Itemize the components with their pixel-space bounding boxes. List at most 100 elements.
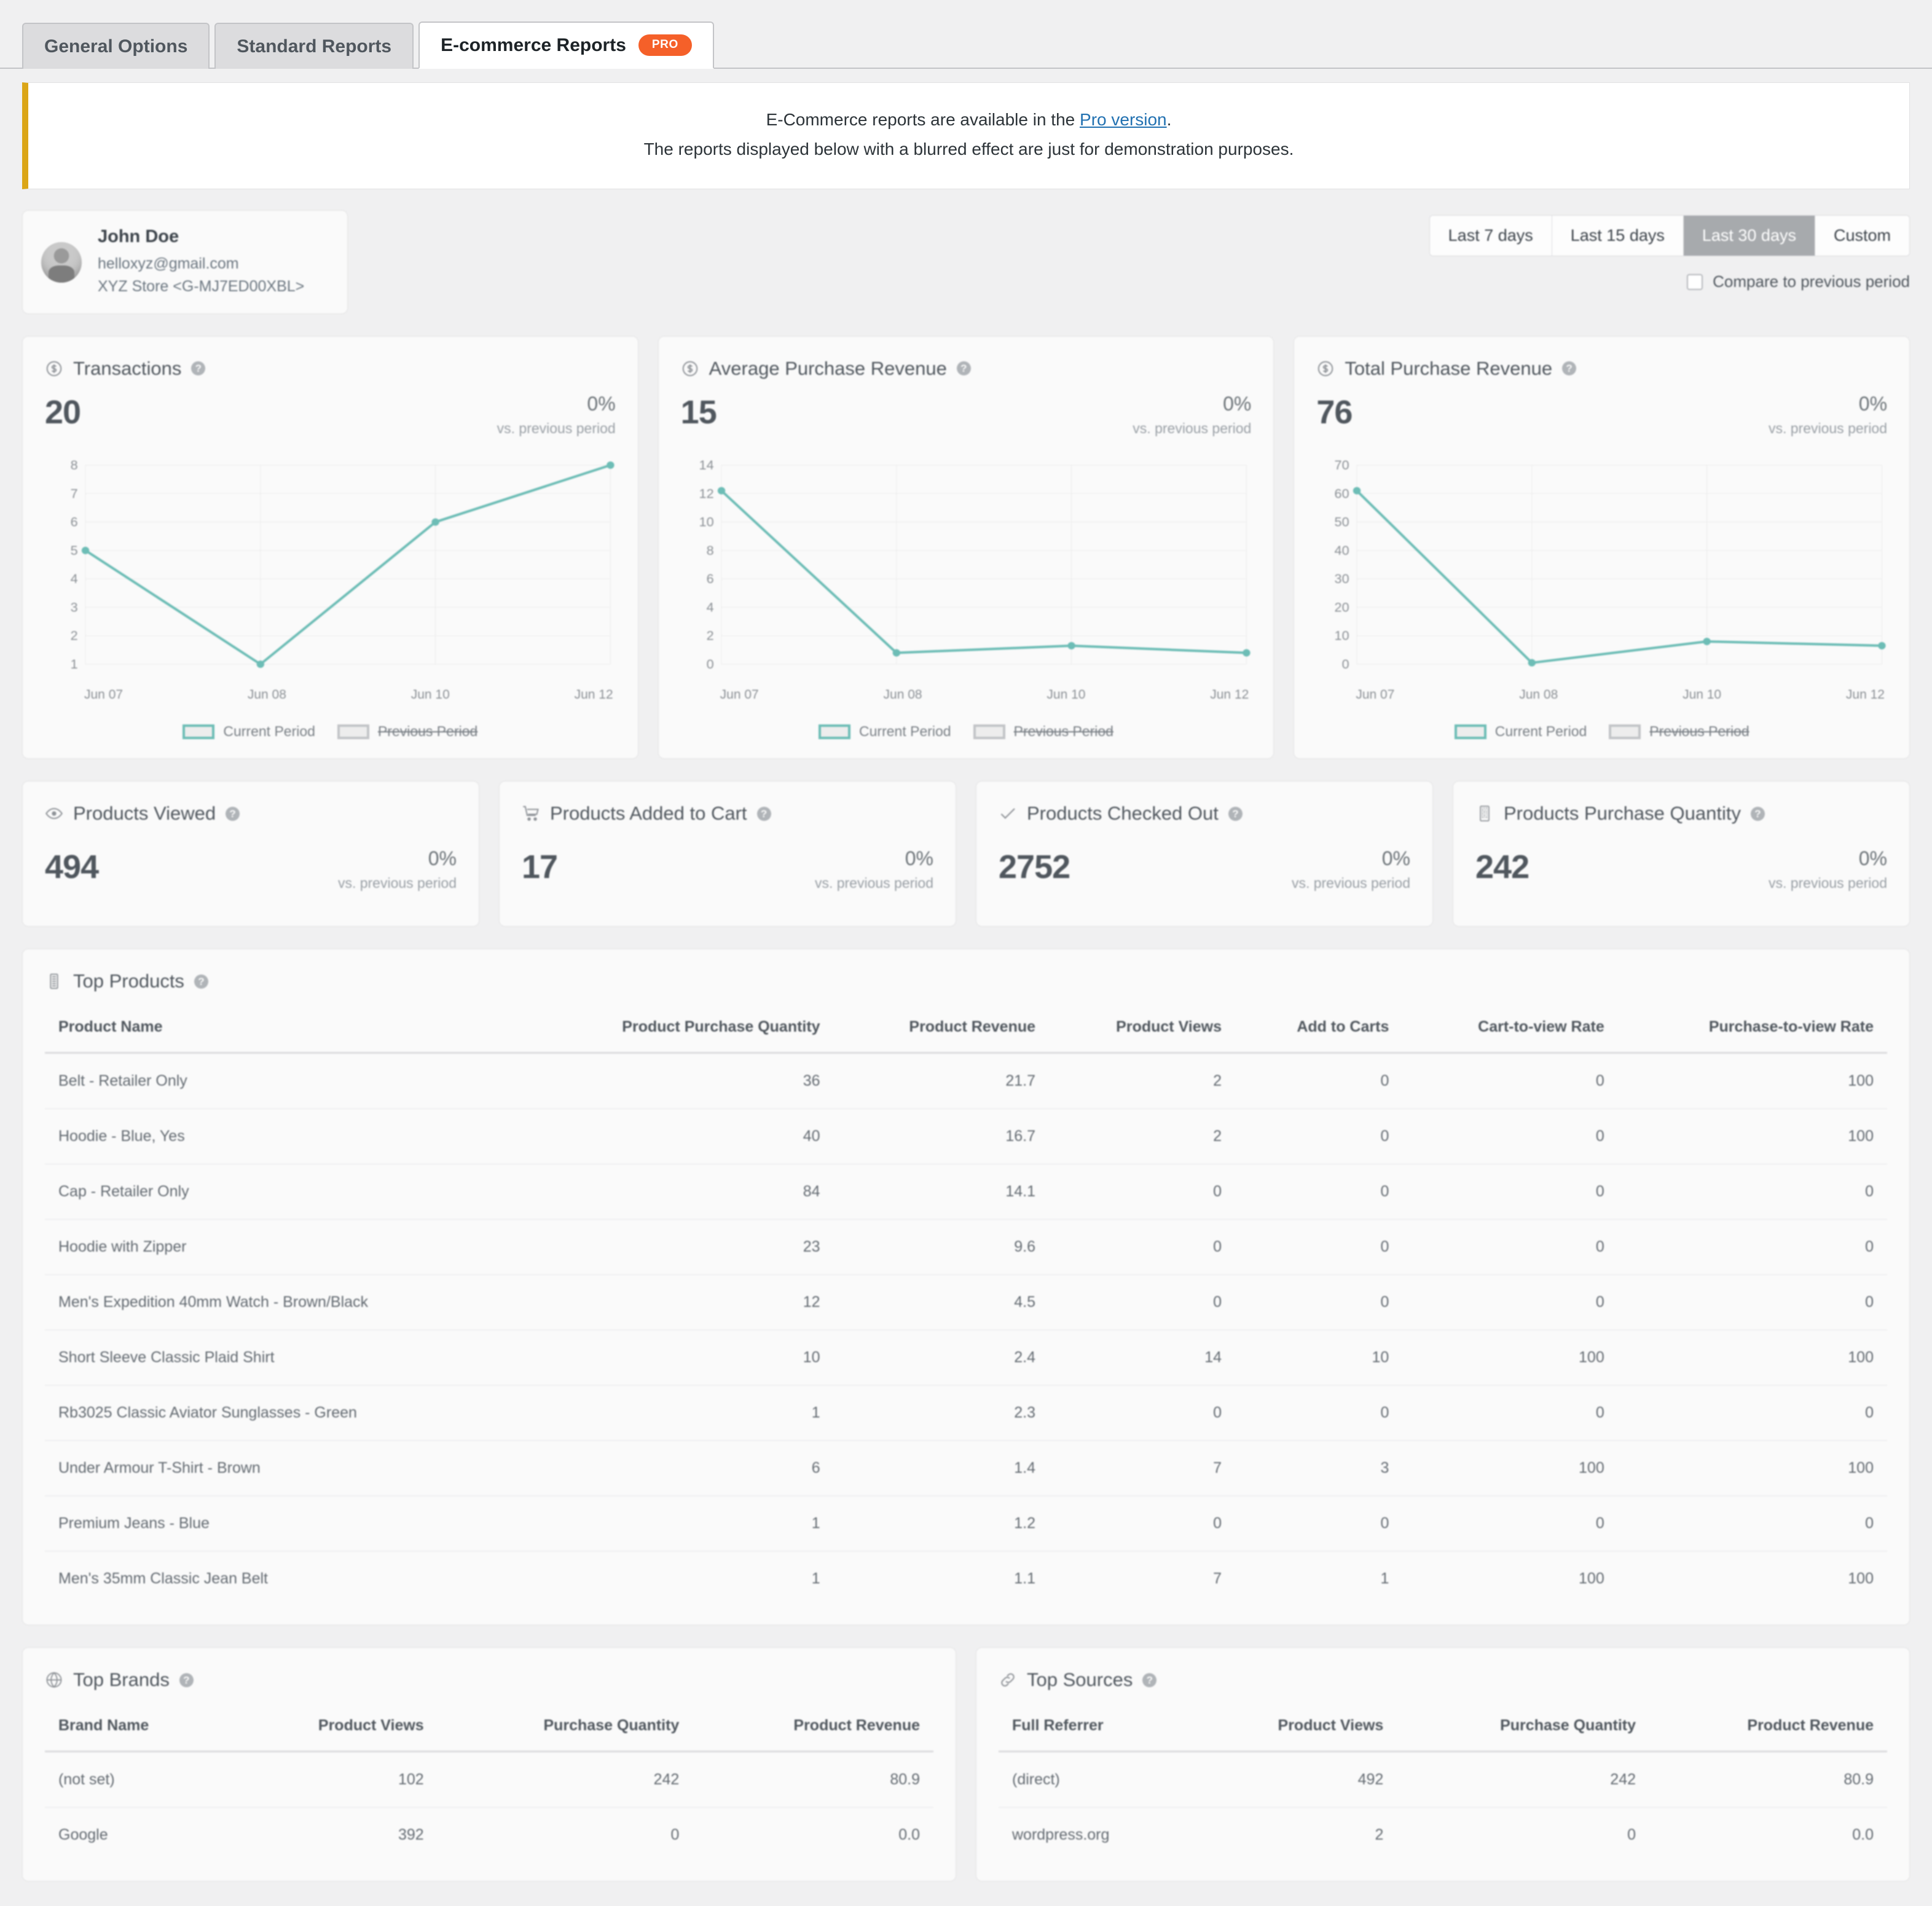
card-header: Total Purchase Revenue ? [1316,358,1887,380]
profile-email: helloxyz@gmail.com [98,255,239,273]
data-point[interactable] [1528,659,1536,667]
data-point[interactable] [1878,641,1886,649]
dollar-circle-icon [681,359,699,378]
y-tick-label: 1 [71,657,78,672]
y-tick-label: 7 [71,487,78,501]
date-range-custom[interactable]: Custom [1815,216,1909,256]
help-icon[interactable]: ? [1562,361,1577,376]
column-header-product-views[interactable]: Product Views [1049,1006,1235,1054]
y-tick-label: 2 [71,629,78,643]
column-header-product-purchase-quantity[interactable]: Product Purchase Quantity [517,1006,834,1054]
column-header-product-views[interactable]: Product Views [229,1704,438,1753]
cell-value: 80.9 [693,1751,933,1808]
chart-legend: Current Period Previous Period [45,723,616,740]
column-header-product-views[interactable]: Product Views [1191,1704,1397,1753]
help-icon[interactable]: ? [179,1673,194,1687]
cell-value: 100 [1617,1330,1887,1386]
data-point[interactable] [1353,487,1361,495]
tab-standard-reports[interactable]: Standard Reports [214,22,414,69]
cell-value: 84 [517,1164,834,1220]
help-icon[interactable]: ? [1750,806,1765,821]
date-range-last-7-days[interactable]: Last 7 days [1429,216,1552,256]
pro-badge: PRO [638,34,692,56]
legend-current-period[interactable]: Current Period [1454,723,1587,740]
cell-name: Cap - Retailer Only [45,1164,518,1220]
cell-value: 2.3 [833,1385,1050,1441]
column-header-purchase-to-view-rate[interactable]: Purchase-to-view Rate [1617,1006,1887,1054]
column-header-add-to-carts[interactable]: Add to Carts [1235,1006,1403,1054]
legend-previous-period[interactable]: Previous Period [337,723,477,740]
cell-value: 100 [1848,1570,1874,1588]
legend-swatch-current [183,724,215,739]
help-icon[interactable]: ? [226,806,240,821]
column-header-product-revenue[interactable]: Product Revenue [1649,1704,1887,1753]
table-row: Under Armour T-Shirt - Brown 6 1.4 7 3 100 100 [45,1440,1887,1497]
y-tick-label: 8 [71,458,78,473]
help-icon[interactable]: ? [194,974,208,989]
legend-previous-period[interactable]: Previous Period [1609,723,1749,740]
table-row: Hoodie with Zipper 23 9.6 0 0 0 0 [45,1219,1887,1276]
line-chart-average-purchase-revenue: 0 2 4 6 8 10 12 14 Jun 07 Jun 08 Jun 10 Jun 12 [681,458,1252,704]
help-icon[interactable]: ? [1228,806,1243,821]
column-header-full-referrer[interactable]: Full Referrer [999,1704,1192,1753]
tab-general-options[interactable]: General Options [22,22,210,69]
column-header-brand-name[interactable]: Brand Name [45,1704,230,1753]
data-point[interactable] [431,518,439,526]
legend-label: Current Period [859,723,951,739]
data-point[interactable] [607,461,615,469]
legend-current-period[interactable]: Current Period [819,723,951,740]
data-point[interactable] [717,487,725,495]
date-range-controls: Last 7 days Last 15 days Last 30 days Cu… [1429,210,1910,291]
metric-delta: 0% vs. previous period [1769,393,1887,437]
help-icon[interactable]: ? [1142,1673,1157,1687]
card-top-products: Top Products ? Product Name Product Purc… [22,949,1910,1626]
report-toolbar: John Doe helloxyz@gmail.com XYZ Store <G… [22,210,1910,314]
chart-svg: 1 2 3 4 5 6 7 8 [71,458,615,672]
y-tick-label: 0 [706,657,713,672]
card-title: Transactions [73,357,182,379]
legend-previous-period[interactable]: Previous Period [973,723,1113,740]
cell-value: 80.9 [1649,1751,1887,1808]
pro-version-link[interactable]: Pro version [1080,110,1167,129]
help-icon[interactable]: ? [956,361,971,376]
table-body: (direct) 492 242 80.9 wordpress.org 2 0 0.0 [999,1751,1887,1863]
cell-value: 9.6 [833,1219,1050,1276]
data-point[interactable] [1067,641,1075,649]
date-range-last-30-days[interactable]: Last 30 days [1683,216,1815,256]
cell-value: 0 [1627,1826,1636,1844]
cell-value: 2.4 [833,1330,1050,1386]
column-header-purchase-quantity[interactable]: Purchase Quantity [1397,1704,1650,1753]
cell-name: Men's 35mm Classic Jean Belt [58,1570,269,1588]
card-header: Top Products ? [45,970,1887,992]
cell-value: 100 [1402,1440,1618,1497]
compare-to-previous-period-checkbox[interactable] [1687,273,1703,290]
y-tick-label: 50 [1335,515,1349,530]
delta-percent: 0% [905,847,933,869]
column-header-product-name[interactable]: Product Name [45,1006,518,1054]
data-point[interactable] [256,661,265,668]
help-icon[interactable]: ? [756,806,771,821]
data-point[interactable] [892,649,900,657]
column-header-product-revenue[interactable]: Product Revenue [833,1006,1050,1054]
column-header-cart-to-view-rate[interactable]: Cart-to-view Rate [1402,1006,1618,1054]
top-sources-table: Full Referrer Product Views Purchase Qua… [999,1704,1887,1862]
legend-current-period[interactable]: Current Period [183,723,315,740]
cell-value: 0 [1402,1274,1618,1331]
y-tick-label: 12 [699,487,713,501]
help-icon[interactable]: ? [191,361,206,376]
chart-legend: Current Period Previous Period [1316,723,1887,740]
column-header-product-revenue[interactable]: Product Revenue [693,1704,933,1753]
x-tick: Jun 08 [1519,688,1558,702]
column-header-purchase-quantity[interactable]: Purchase Quantity [437,1704,693,1753]
date-range-last-15-days[interactable]: Last 15 days [1552,216,1684,256]
data-point[interactable] [1703,637,1711,645]
data-point[interactable] [1242,649,1251,657]
delta-percent: 0% [1858,847,1887,869]
tab-ecommerce-reports[interactable]: E-commerce Reports PRO [418,21,714,69]
check-icon [999,804,1017,823]
notice-text-after: . [1166,110,1172,129]
data-point[interactable] [81,546,90,554]
cell-name: Premium Jeans - Blue [45,1496,518,1552]
metric-delta: 0% vs. previous period [815,847,933,892]
y-tick-label: 0 [1342,657,1349,672]
